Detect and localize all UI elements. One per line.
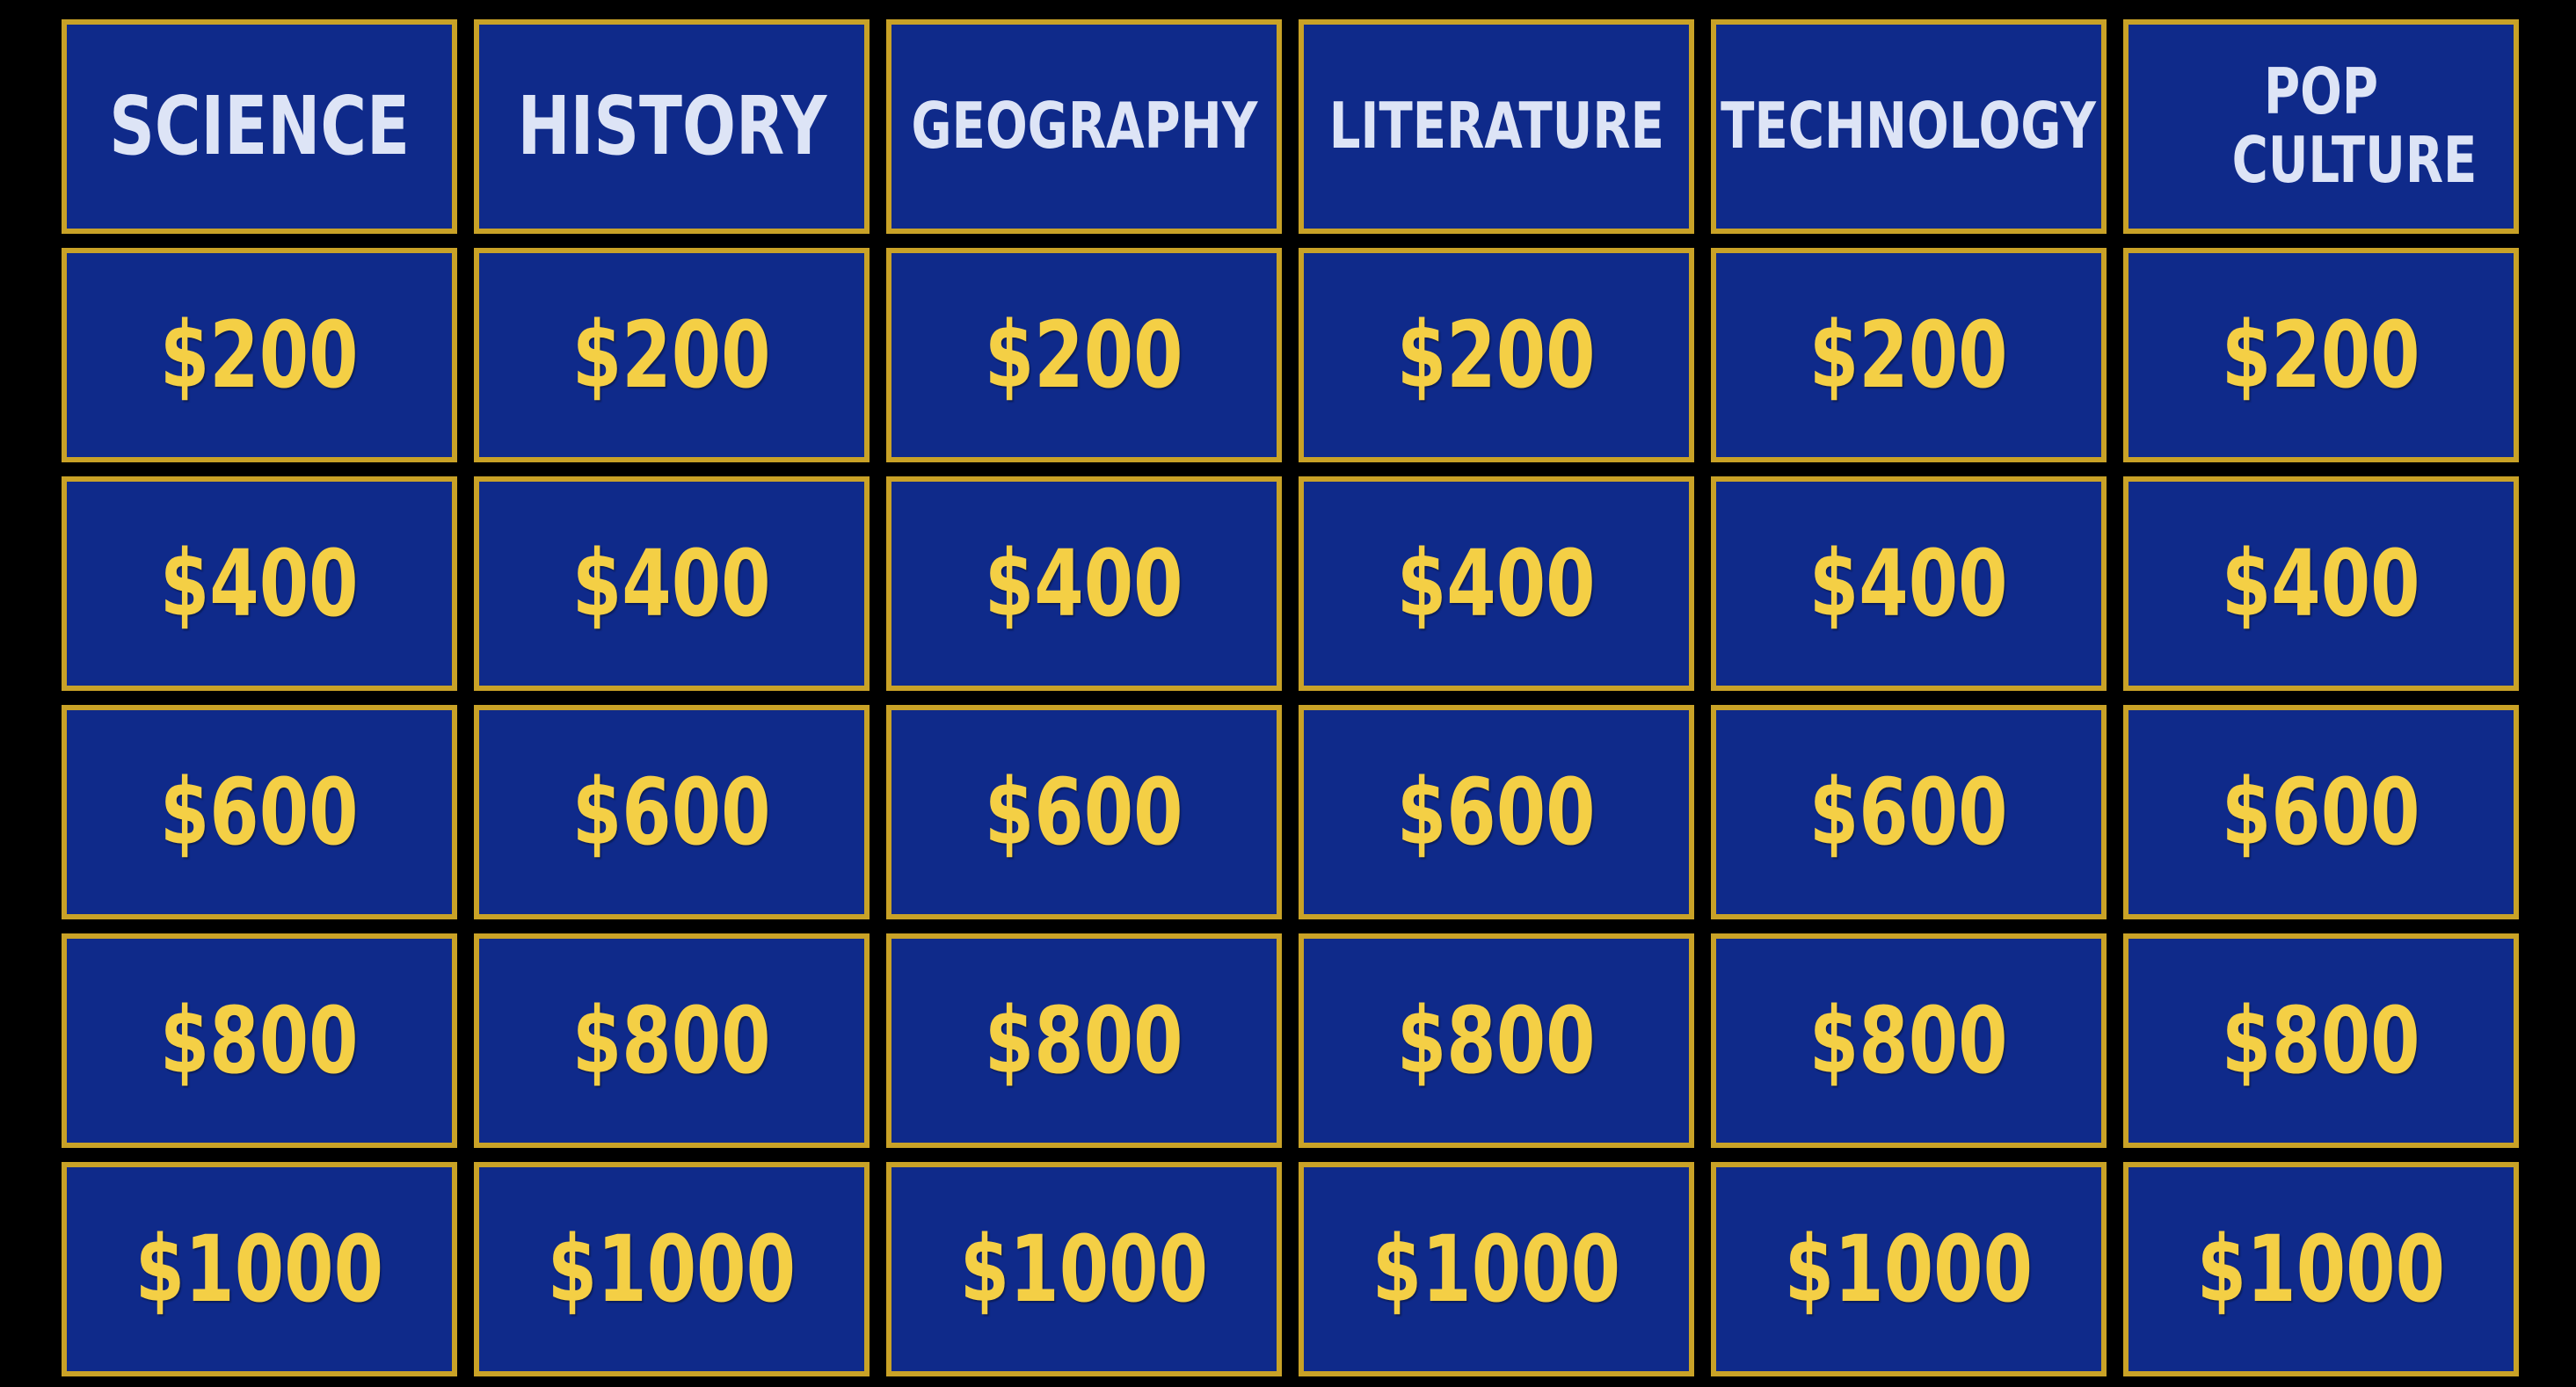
tile-value: $600 xyxy=(985,759,1183,866)
tile-value: $800 xyxy=(160,987,359,1094)
tile-value: $1000 xyxy=(1784,1216,2034,1323)
tile-history-400[interactable]: $400 xyxy=(474,476,870,691)
category-geography: GEOGRAPHY xyxy=(886,19,1282,234)
tile-value: $800 xyxy=(985,987,1183,1094)
category-literature: LITERATURE xyxy=(1299,19,1694,234)
tile-pop-culture-200[interactable]: $200 xyxy=(2123,248,2519,462)
tile-history-200[interactable]: $200 xyxy=(474,248,870,462)
category-history: HISTORY xyxy=(474,19,870,234)
category-pop-culture: POP CULTURE xyxy=(2123,19,2519,234)
tile-value: $400 xyxy=(2222,530,2420,637)
tile-pop-culture-800[interactable]: $800 xyxy=(2123,933,2519,1148)
category-science: SCIENCE xyxy=(62,19,457,234)
tile-value: $1000 xyxy=(2196,1216,2446,1323)
tile-literature-600[interactable]: $600 xyxy=(1299,705,1694,919)
jeopardy-board: SCIENCE HISTORY GEOGRAPHY LITERATURE TEC… xyxy=(62,19,2520,1376)
tile-science-200[interactable]: $200 xyxy=(62,248,457,462)
tile-value: $400 xyxy=(1397,530,1596,637)
category-label: GEOGRAPHY xyxy=(911,89,1257,163)
category-label: HISTORY xyxy=(517,79,826,174)
tile-value: $200 xyxy=(160,301,359,409)
tile-value: $400 xyxy=(572,530,771,637)
tile-literature-800[interactable]: $800 xyxy=(1299,933,1694,1148)
tile-value: $800 xyxy=(572,987,771,1094)
tile-history-600[interactable]: $600 xyxy=(474,705,870,919)
category-label: POP CULTURE xyxy=(2231,54,2478,197)
tile-pop-culture-400[interactable]: $400 xyxy=(2123,476,2519,691)
tile-geography-400[interactable]: $400 xyxy=(886,476,1282,691)
tile-geography-200[interactable]: $200 xyxy=(886,248,1282,462)
tile-value: $1000 xyxy=(1372,1216,1621,1323)
tile-science-1000[interactable]: $1000 xyxy=(62,1162,457,1376)
tile-value: $200 xyxy=(1809,301,2008,409)
tile-geography-800[interactable]: $800 xyxy=(886,933,1282,1148)
tile-value: $600 xyxy=(1397,759,1596,866)
category-technology: TECHNOLOGY xyxy=(1711,19,2107,234)
tile-technology-600[interactable]: $600 xyxy=(1711,705,2107,919)
category-label: TECHNOLOGY xyxy=(1721,89,2097,163)
tile-technology-800[interactable]: $800 xyxy=(1711,933,2107,1148)
tile-value: $200 xyxy=(572,301,771,409)
tile-history-1000[interactable]: $1000 xyxy=(474,1162,870,1376)
tile-value: $800 xyxy=(1397,987,1596,1094)
tile-literature-200[interactable]: $200 xyxy=(1299,248,1694,462)
tile-technology-1000[interactable]: $1000 xyxy=(1711,1162,2107,1376)
tile-literature-400[interactable]: $400 xyxy=(1299,476,1694,691)
tile-pop-culture-600[interactable]: $600 xyxy=(2123,705,2519,919)
tile-pop-culture-1000[interactable]: $1000 xyxy=(2123,1162,2519,1376)
category-label: SCIENCE xyxy=(109,79,410,174)
tile-science-600[interactable]: $600 xyxy=(62,705,457,919)
tile-technology-400[interactable]: $400 xyxy=(1711,476,2107,691)
tile-history-800[interactable]: $800 xyxy=(474,933,870,1148)
tile-science-400[interactable]: $400 xyxy=(62,476,457,691)
tile-value: $400 xyxy=(160,530,359,637)
tile-value: $800 xyxy=(1809,987,2008,1094)
tile-geography-1000[interactable]: $1000 xyxy=(886,1162,1282,1376)
tile-value: $600 xyxy=(2222,759,2420,866)
tile-literature-1000[interactable]: $1000 xyxy=(1299,1162,1694,1376)
tile-geography-600[interactable]: $600 xyxy=(886,705,1282,919)
tile-value: $400 xyxy=(1809,530,2008,637)
tile-value: $200 xyxy=(985,301,1183,409)
tile-value: $200 xyxy=(1397,301,1596,409)
tile-value: $200 xyxy=(2222,301,2420,409)
category-label: LITERATURE xyxy=(1328,89,1664,163)
tile-value: $800 xyxy=(2222,987,2420,1094)
tile-value: $600 xyxy=(1809,759,2008,866)
tile-value: $600 xyxy=(572,759,771,866)
tile-value: $600 xyxy=(160,759,359,866)
tile-value: $400 xyxy=(985,530,1183,637)
tile-science-800[interactable]: $800 xyxy=(62,933,457,1148)
tile-value: $1000 xyxy=(547,1216,797,1323)
tile-value: $1000 xyxy=(135,1216,384,1323)
tile-technology-200[interactable]: $200 xyxy=(1711,248,2107,462)
tile-value: $1000 xyxy=(959,1216,1209,1323)
